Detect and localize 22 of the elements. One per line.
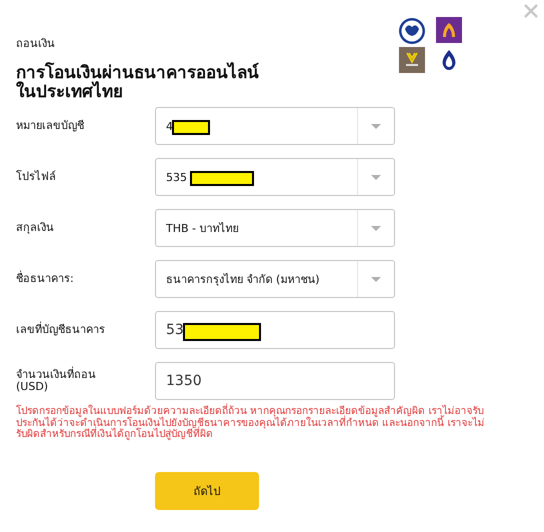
- dropdown[interactable]: THB - บาทไทย: [155, 209, 395, 248]
- caret-icon: [371, 276, 381, 282]
- caret-icon: [371, 226, 381, 231]
- dropdown[interactable]: ธนาคารกรุงไทย จำกัด (มหาชน): [155, 260, 395, 298]
- caret-icon: [371, 124, 381, 129]
- field-label: หมายเลขบัญชี: [16, 120, 85, 133]
- dropdown[interactable]: 535: [155, 158, 395, 196]
- field-label: โปรไฟล์: [16, 171, 57, 184]
- dropdown[interactable]: 4: [155, 107, 395, 146]
- page-subtitle: ถอนเงิน: [16, 36, 56, 52]
- field-label: สกุลเงิน: [16, 222, 55, 235]
- caret-icon: [371, 174, 381, 180]
- page-title: การโอนเงินผ่านธนาคารออนไลน์ ในประเทศไทย: [16, 64, 260, 102]
- field-label: จำนวนเงินที่ถอน (USD): [16, 368, 97, 394]
- field-label: ชื่อธนาคาร:: [16, 273, 75, 286]
- warning-text: โปรดกรอกข้อมูลในแบบฟอร์มด้วยความละเอียดถี่ถ้วน หากคุณกรอกรายละเอียดข้อมูลสำคัญผิด เราไม่อาจรับประกันได้ว่าจะดำเนินการโอนเงินไปยังบัญชีธนาคารของคุณได้ภายในเวลาที่กำหนด และนอกจากนี้ เราจะไม่รับผิดสำหรับกรณีที่เงินได้ถูกโอนไปสู่บัญชีที่ผิด: [16, 406, 486, 440]
- close-icon[interactable]: [524, 4, 538, 18]
- input-field[interactable]: 1350: [155, 362, 395, 400]
- field-label: เลขที่บัญชีธนาคาร: [16, 324, 106, 337]
- input-field[interactable]: 53: [155, 311, 395, 350]
- chevron-logo-icon: [399, 47, 425, 73]
- next-button[interactable]: ถัดไป: [155, 472, 259, 510]
